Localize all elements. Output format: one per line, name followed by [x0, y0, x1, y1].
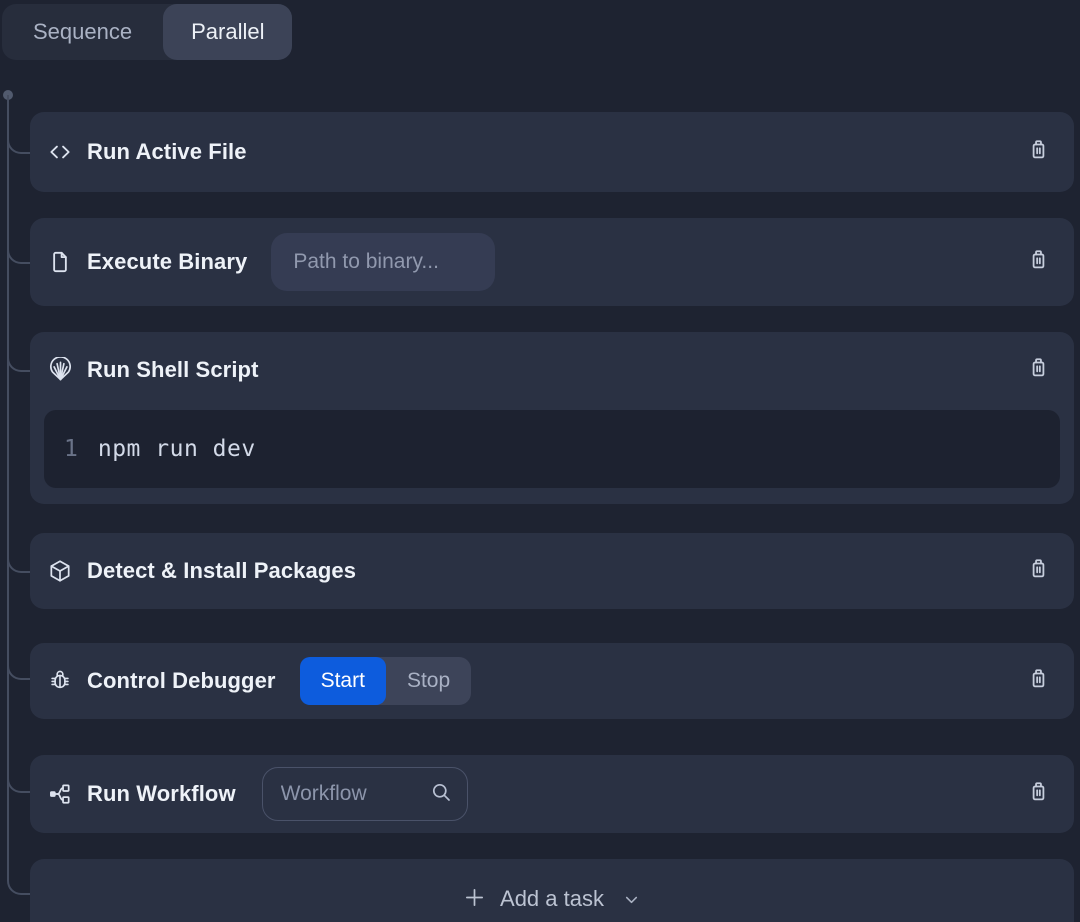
tab-sequence[interactable]: Sequence: [2, 4, 163, 60]
task-workflow-panel: Sequence Parallel Run Active File: [0, 0, 1080, 922]
trash-icon: [1025, 778, 1052, 810]
tree-connector: [7, 769, 32, 793]
task-card-detect-install-packages: Detect & Install Packages: [30, 533, 1074, 609]
binary-path-input[interactable]: [271, 233, 495, 291]
debugger-stop-button[interactable]: Stop: [386, 657, 471, 705]
task-list: Run Active File Execute: [30, 112, 1074, 922]
debugger-start-stop-toggle: Start Stop: [300, 657, 472, 705]
delete-task-button[interactable]: [1023, 663, 1054, 699]
workflow-icon: [46, 780, 74, 808]
debugger-start-button[interactable]: Start: [300, 657, 386, 705]
tree-trunk-line: [7, 95, 9, 871]
trash-icon: [1025, 246, 1052, 278]
file-icon: [46, 248, 74, 276]
task-card-control-debugger: Control Debugger Start Stop: [30, 643, 1074, 719]
trash-icon: [1025, 354, 1052, 386]
trash-icon: [1025, 136, 1052, 168]
delete-task-button[interactable]: [1023, 244, 1054, 280]
task-card-run-shell-script: Run Shell Script 1 npm run dev: [30, 332, 1074, 504]
delete-task-button[interactable]: [1023, 352, 1054, 388]
delete-task-button[interactable]: [1023, 134, 1054, 170]
shell-script-code-editor[interactable]: 1 npm run dev: [44, 410, 1060, 488]
trash-icon: [1025, 665, 1052, 697]
search-icon: [429, 780, 453, 809]
workflow-search-input[interactable]: [279, 781, 429, 807]
delete-task-button[interactable]: [1023, 553, 1054, 589]
task-card-execute-binary: Execute Binary: [30, 218, 1074, 306]
task-card-run-active-file: Run Active File: [30, 112, 1074, 192]
tree-connector: [7, 240, 32, 264]
tree-connector: [7, 348, 32, 372]
tab-parallel[interactable]: Parallel: [163, 4, 292, 60]
code-line-number: 1: [64, 436, 78, 462]
task-title: Control Debugger: [87, 668, 276, 694]
tree-connector: [7, 130, 32, 154]
task-card-run-workflow: Run Workflow: [30, 755, 1074, 833]
task-title: Execute Binary: [87, 249, 247, 275]
add-task-label: Add a task: [500, 886, 604, 912]
delete-task-button[interactable]: [1023, 776, 1054, 812]
task-title: Run Shell Script: [87, 357, 259, 383]
add-task-button[interactable]: Add a task: [30, 859, 1074, 922]
trash-icon: [1025, 555, 1052, 587]
workflow-search-box: [262, 767, 468, 821]
chevron-down-icon: [622, 890, 641, 909]
bug-icon: [46, 667, 74, 695]
execution-mode-toggle: Sequence Parallel: [2, 4, 292, 60]
task-title: Run Active File: [87, 139, 247, 165]
code-line-text: npm run dev: [98, 436, 256, 462]
tree-connector: [7, 549, 32, 573]
task-card-header: Run Shell Script: [30, 332, 1074, 408]
code-icon: [46, 138, 74, 166]
tree-connector: [7, 656, 32, 680]
package-icon: [46, 557, 74, 585]
task-title: Run Workflow: [87, 781, 236, 807]
plus-icon: [463, 886, 486, 912]
tree-connector: [7, 871, 32, 895]
shell-icon: [46, 356, 74, 384]
task-title: Detect & Install Packages: [87, 558, 356, 584]
